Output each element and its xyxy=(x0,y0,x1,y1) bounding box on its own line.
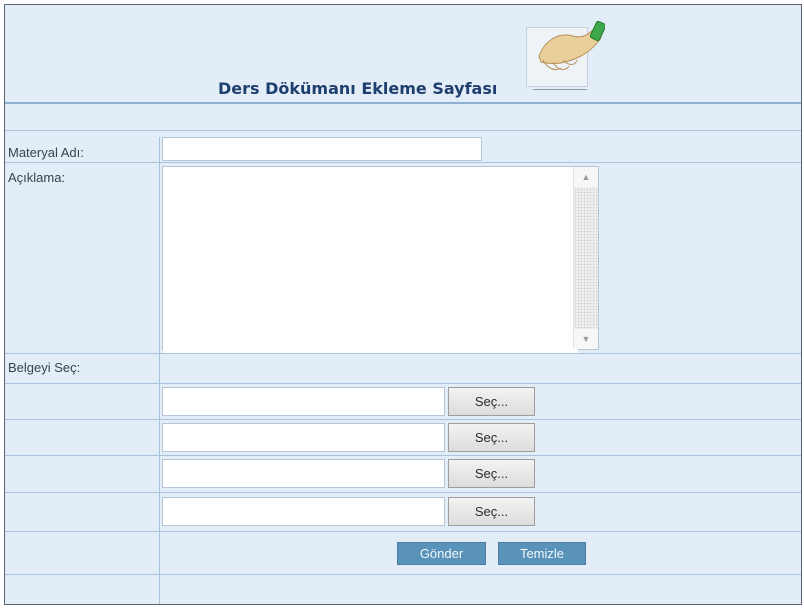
header-divider xyxy=(5,102,801,104)
column-divider xyxy=(159,137,160,604)
grid-line xyxy=(5,130,801,131)
browse-button-3[interactable]: Seç... xyxy=(448,459,535,488)
logo-box xyxy=(526,20,605,87)
material-name-input[interactable] xyxy=(162,137,482,161)
description-textarea[interactable] xyxy=(163,167,578,353)
hand-logo-icon xyxy=(538,20,605,71)
material-name-label: Materyal Adı: xyxy=(8,145,84,160)
clear-button[interactable]: Temizle xyxy=(498,542,586,565)
file-input-2[interactable] xyxy=(162,423,445,452)
grid-line xyxy=(5,574,801,575)
grid-line xyxy=(5,492,801,493)
description-textarea-box: ▲ ▼ xyxy=(162,166,599,353)
page-frame: Ders Dökümanı Ekleme Sayfası Materyal Ad… xyxy=(4,4,802,605)
browse-button-4[interactable]: Seç... xyxy=(448,497,535,526)
file-input-1[interactable] xyxy=(162,387,445,416)
description-label: Açıklama: xyxy=(8,170,66,185)
description-scrollbar[interactable]: ▲ ▼ xyxy=(573,167,598,349)
grid-line xyxy=(5,162,801,163)
scroll-down-arrow-icon[interactable]: ▼ xyxy=(574,329,598,349)
grid-line xyxy=(5,455,801,456)
file-input-3[interactable] xyxy=(162,459,445,488)
page-title: Ders Dökümanı Ekleme Sayfası xyxy=(218,79,498,98)
browse-button-2[interactable]: Seç... xyxy=(448,423,535,452)
title-underline xyxy=(533,89,587,90)
grid-line xyxy=(5,419,801,420)
page-header: Ders Dökümanı Ekleme Sayfası xyxy=(5,5,801,104)
submit-button[interactable]: Gönder xyxy=(397,542,486,565)
grid-line xyxy=(5,383,801,384)
scroll-up-arrow-icon[interactable]: ▲ xyxy=(574,167,598,187)
select-file-label: Belgeyi Seç: xyxy=(8,360,81,375)
grid-line xyxy=(5,353,801,354)
file-input-4[interactable] xyxy=(162,497,445,526)
browse-button-1[interactable]: Seç... xyxy=(448,387,535,416)
grid-line xyxy=(5,531,801,532)
